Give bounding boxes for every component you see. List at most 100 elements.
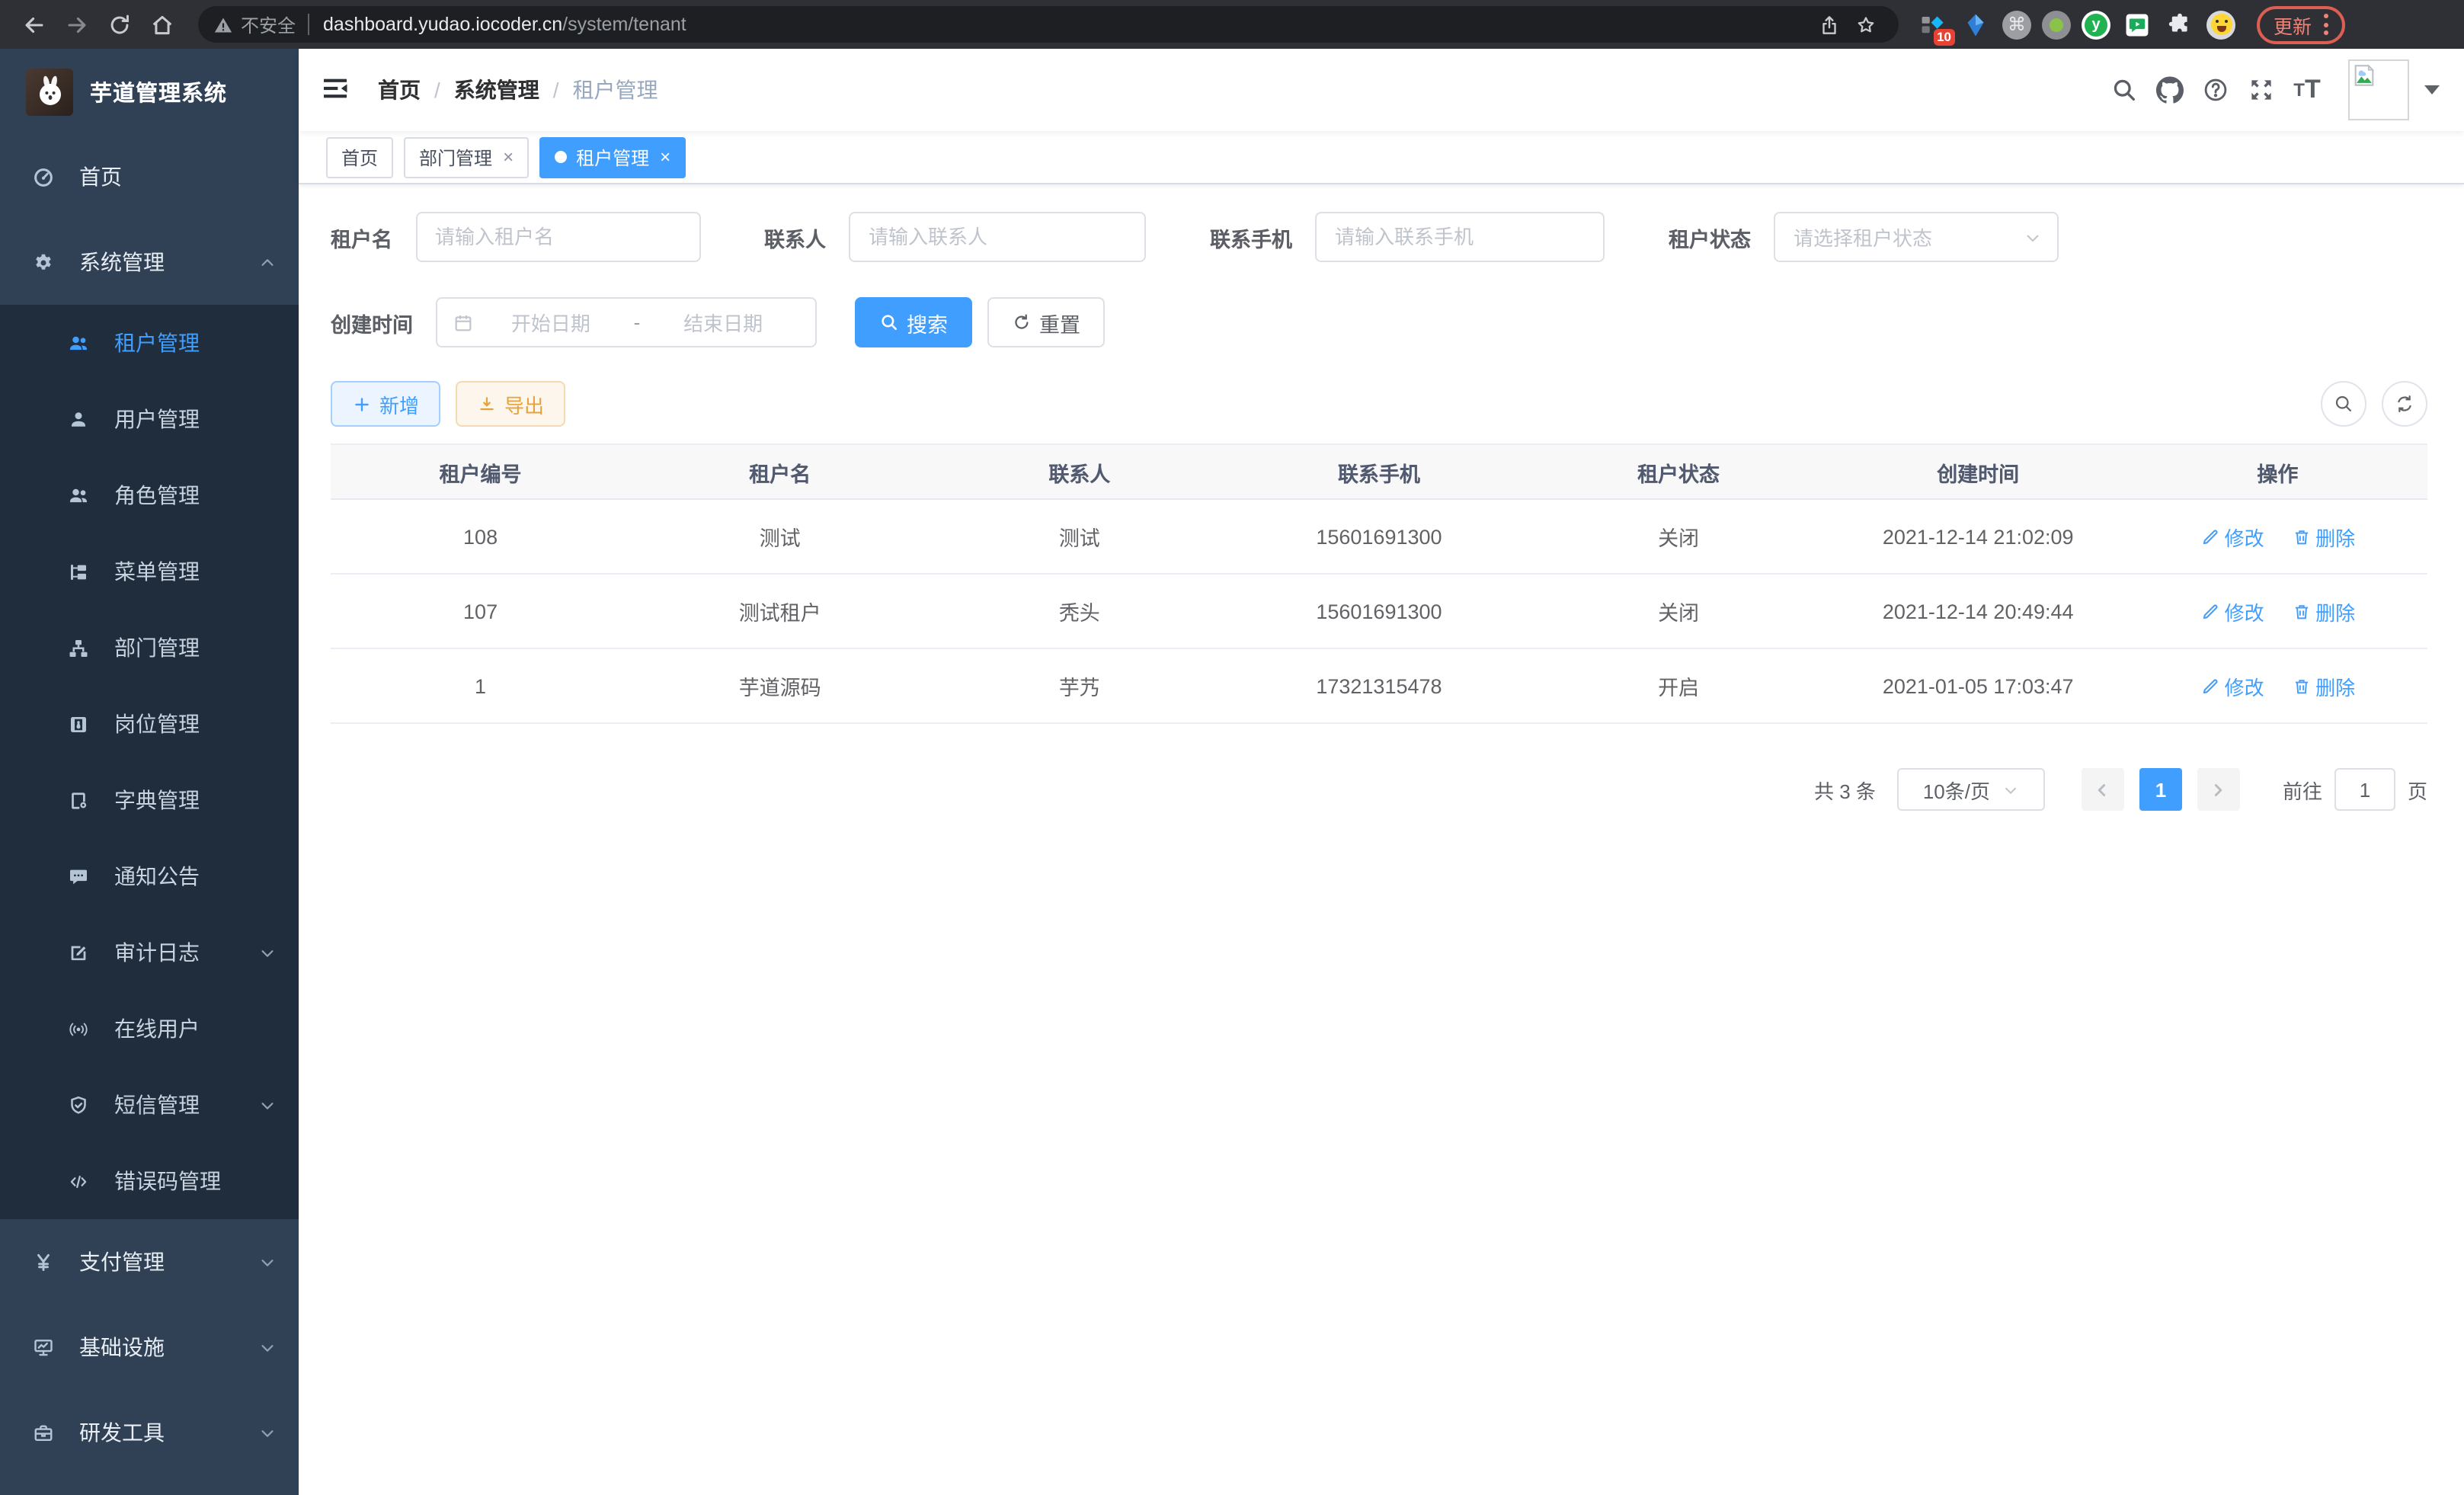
sidebar-item-label: 租户管理: [114, 328, 200, 358]
sidebar-item-menu[interactable]: 菜单管理: [0, 533, 299, 610]
extension-emoji-icon[interactable]: [2206, 10, 2235, 39]
github-icon[interactable]: [2147, 67, 2193, 113]
sidebar-item-audit-log[interactable]: 审计日志: [0, 914, 299, 991]
app-logo-row[interactable]: 芋道管理系统: [0, 49, 299, 134]
tenant-table: 租户编号 租户名 联系人 联系手机 租户状态 创建时间 操作 108 测试 测试: [331, 443, 2427, 724]
share-icon[interactable]: [1810, 6, 1847, 43]
sidebar-item-dept[interactable]: 部门管理: [0, 610, 299, 686]
edit-button[interactable]: 修改: [2200, 671, 2264, 700]
date-range-picker[interactable]: 开始日期 - 结束日期: [436, 297, 817, 347]
sidebar: 芋道管理系统 首页 系统管理 租户管理 用户管理 角色管理 菜单管理: [0, 49, 299, 1495]
search-button[interactable]: 搜索: [855, 297, 972, 347]
sidebar-item-post[interactable]: 岗位管理: [0, 686, 299, 762]
refresh-table-button[interactable]: [2382, 381, 2427, 427]
sidebar-item-label: 部门管理: [114, 632, 200, 663]
sidebar-item-label: 支付管理: [79, 1247, 165, 1277]
prev-page-button[interactable]: [2082, 768, 2124, 811]
browser-update-button[interactable]: 更新: [2257, 5, 2345, 43]
security-label[interactable]: 不安全: [241, 11, 296, 37]
contact-input[interactable]: [849, 212, 1146, 262]
sidebar-item-error-code[interactable]: 错误码管理: [0, 1143, 299, 1219]
browser-toolbar: 不安全 dashboard.yudao.iocoder.cn/system/te…: [0, 0, 2464, 49]
filter-row-1: 租户名 联系人 联系手机 租户状态 请选择租户状态: [331, 212, 2427, 262]
col-status: 租户状态: [1529, 444, 1829, 499]
chevron-down-icon[interactable]: [2424, 85, 2440, 94]
tag-dept[interactable]: 部门管理×: [404, 136, 529, 178]
table-tools: [2321, 381, 2427, 427]
breadcrumb-separator: /: [553, 78, 559, 102]
extension-y-icon[interactable]: y: [2082, 10, 2110, 39]
phone-input[interactable]: [1315, 212, 1605, 262]
status-value: 关闭: [1529, 574, 1829, 648]
sidebar-item-tenant[interactable]: 租户管理: [0, 305, 299, 381]
page: 不安全 dashboard.yudao.iocoder.cn/system/te…: [0, 0, 2464, 1495]
sidebar-item-online-users[interactable]: 在线用户: [0, 991, 299, 1067]
search-icon[interactable]: [2101, 67, 2147, 113]
table-header-row: 租户编号 租户名 联系人 联系手机 租户状态 创建时间 操作: [331, 444, 2427, 499]
sidebar-item-label: 角色管理: [114, 480, 200, 511]
show-search-button[interactable]: [2321, 381, 2366, 427]
next-page-button[interactable]: [2197, 768, 2240, 811]
extension-chat-icon[interactable]: [2121, 8, 2153, 40]
reload-icon[interactable]: [98, 5, 140, 44]
avatar[interactable]: [2348, 59, 2409, 120]
sidebar-item-system[interactable]: 系统管理: [0, 219, 299, 305]
hamburger-icon[interactable]: [320, 73, 354, 107]
reset-button[interactable]: 重置: [987, 297, 1105, 347]
chevron-down-icon: [2002, 781, 2019, 798]
sidebar-item-home[interactable]: 首页: [0, 134, 299, 219]
close-icon[interactable]: ×: [503, 146, 514, 168]
breadcrumb-system[interactable]: 系统管理: [454, 75, 539, 105]
tag-tenant-active[interactable]: 租户管理×: [539, 136, 686, 178]
filter-phone: 联系手机: [1210, 212, 1605, 262]
refresh-icon: [1012, 312, 1032, 332]
extension-recorder-icon[interactable]: [2042, 10, 2071, 39]
sidebar-item-payment[interactable]: 支付管理: [0, 1219, 299, 1305]
back-icon[interactable]: [12, 5, 55, 44]
extension-balloon-icon[interactable]: [1960, 8, 1992, 40]
delete-button[interactable]: 删除: [2291, 671, 2355, 700]
breadcrumb-home[interactable]: 首页: [378, 75, 421, 105]
edit-button[interactable]: 修改: [2200, 597, 2264, 626]
font-size-icon[interactable]: TT: [2284, 67, 2330, 113]
extension-command-icon[interactable]: ⌘: [2002, 10, 2031, 39]
col-contact: 联系人: [930, 444, 1229, 499]
sidebar-item-label: 岗位管理: [114, 709, 200, 739]
sidebar-item-dict[interactable]: 字典管理: [0, 762, 299, 838]
delete-button[interactable]: 删除: [2291, 597, 2355, 626]
home-icon[interactable]: [140, 5, 183, 44]
help-icon[interactable]: [2193, 67, 2238, 113]
current-page[interactable]: 1: [2139, 768, 2182, 811]
online-users-icon: [67, 1017, 90, 1040]
sidebar-item-infra[interactable]: 基础设施: [0, 1305, 299, 1390]
table-toolbar: 新增 导出: [331, 381, 2427, 427]
url-bar[interactable]: 不安全 dashboard.yudao.iocoder.cn/system/te…: [198, 6, 1899, 43]
edit-button[interactable]: 修改: [2200, 522, 2264, 551]
close-icon[interactable]: ×: [660, 146, 670, 168]
forward-icon[interactable]: [55, 5, 98, 44]
delete-button[interactable]: 删除: [2291, 522, 2355, 551]
page-size-select[interactable]: 10条/页: [1897, 768, 2045, 811]
tag-home[interactable]: 首页: [326, 136, 393, 178]
add-button[interactable]: 新增: [331, 381, 440, 427]
sidebar-item-devtools[interactable]: 研发工具: [0, 1390, 299, 1475]
sidebar-item-label: 菜单管理: [114, 556, 200, 587]
extensions-puzzle-icon[interactable]: [2164, 8, 2196, 40]
extension-tab-manager-icon[interactable]: 10: [1917, 8, 1949, 40]
sidebar-item-sms[interactable]: 短信管理: [0, 1067, 299, 1143]
tenant-name-input[interactable]: [415, 212, 700, 262]
sidebar-item-role[interactable]: 角色管理: [0, 457, 299, 533]
download-icon: [477, 394, 497, 414]
goto-page-input[interactable]: [2334, 768, 2395, 811]
status-select[interactable]: 请选择租户状态: [1774, 212, 2059, 262]
browser-menu-dots-icon[interactable]: [2324, 14, 2328, 35]
chevron-down-icon: [259, 1096, 276, 1113]
infrastructure-icon: [32, 1336, 55, 1359]
devtools-icon: [32, 1421, 55, 1444]
fullscreen-icon[interactable]: [2238, 67, 2284, 113]
sidebar-item-user[interactable]: 用户管理: [0, 381, 299, 457]
export-button[interactable]: 导出: [456, 381, 565, 427]
star-icon[interactable]: [1847, 6, 1883, 43]
search-icon: [2333, 393, 2354, 415]
sidebar-item-notice[interactable]: 通知公告: [0, 838, 299, 914]
